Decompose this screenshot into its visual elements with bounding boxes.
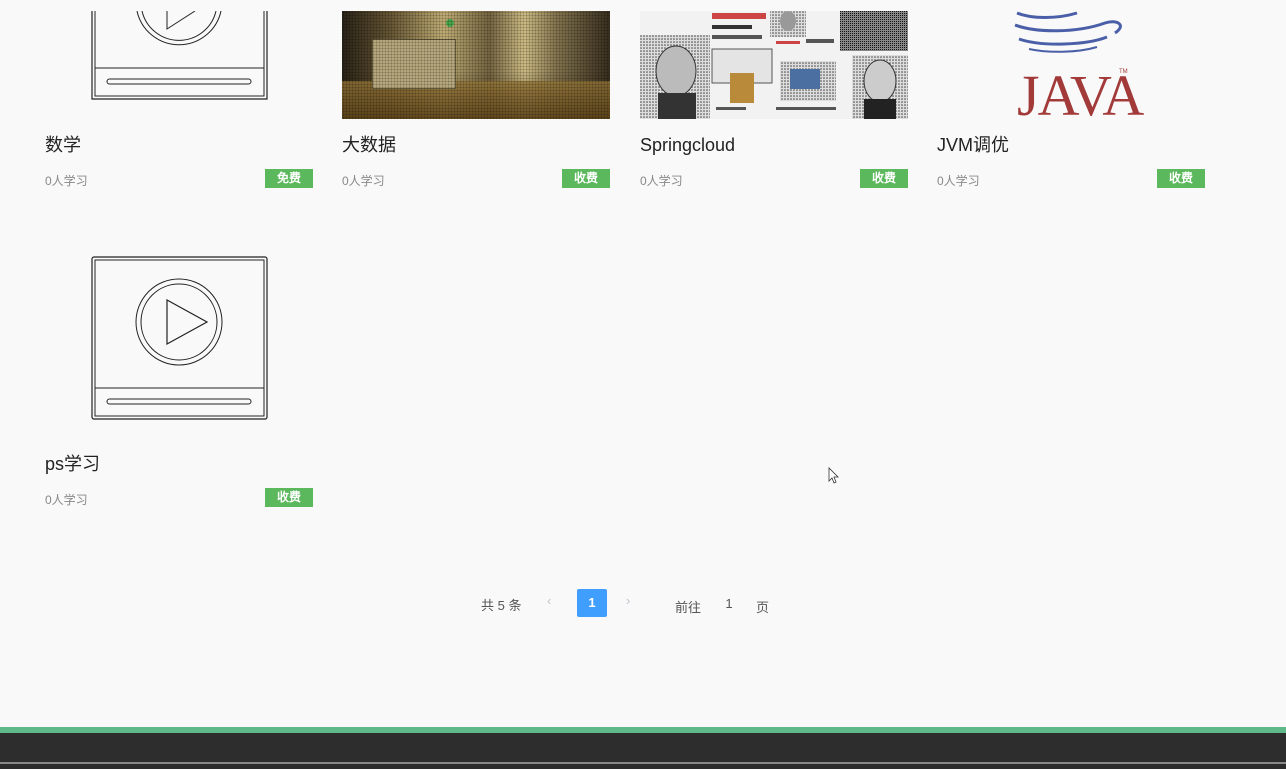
learner-count: 0人学习: [937, 174, 980, 188]
photo-collage: [640, 11, 908, 119]
price-badge[interactable]: 收费: [860, 169, 908, 188]
price-badge[interactable]: 收费: [1157, 169, 1205, 188]
learner-count: 0人学习: [45, 493, 88, 507]
video-placeholder-icon: [91, 11, 268, 100]
course-thumbnail[interactable]: [342, 11, 610, 119]
page-number-active[interactable]: 1: [577, 589, 607, 617]
java-logo: JAVA TM: [1014, 11, 1146, 119]
mouse-cursor-icon: [828, 467, 839, 484]
learner-count: 0人学习: [45, 174, 88, 188]
course-title[interactable]: JVM调优: [937, 133, 1205, 157]
course-card[interactable]: 大数据 0人学习 收费: [342, 11, 610, 189]
learner-count: 0人学习: [640, 174, 683, 188]
course-meta: 0人学习 收费: [640, 169, 908, 189]
course-title[interactable]: Springcloud: [640, 133, 908, 157]
svg-text:TM: TM: [1119, 69, 1128, 75]
course-meta: 0人学习 免费: [45, 169, 313, 189]
course-thumbnail[interactable]: JAVA TM: [937, 11, 1205, 119]
goto-page-input[interactable]: [715, 592, 743, 614]
learner-count: 0人学习: [342, 174, 385, 188]
course-card[interactable]: ps学习 0人学习 收费: [45, 256, 313, 508]
course-card[interactable]: 数学 0人学习 免费: [45, 11, 313, 189]
course-card[interactable]: JAVA TM JVM调优 0人学习 收费: [937, 11, 1205, 189]
course-card[interactable]: Springcloud 0人学习 收费: [640, 11, 908, 189]
course-list-page: 数学 0人学习 免费 大数据 0人学习 收费 Springcloud 0人学习 …: [0, 0, 1286, 769]
course-title[interactable]: 大数据: [342, 133, 610, 157]
next-page-button[interactable]: ›: [626, 593, 630, 608]
course-thumbnail[interactable]: [45, 11, 313, 119]
total-count: 共 5 条: [481, 598, 522, 613]
prev-page-button[interactable]: ‹: [547, 593, 551, 608]
goto-suffix: 页: [756, 600, 770, 615]
course-title[interactable]: 数学: [45, 133, 313, 157]
price-badge[interactable]: 收费: [265, 488, 313, 507]
video-placeholder-icon: [91, 256, 268, 420]
price-badge[interactable]: 收费: [562, 169, 610, 188]
course-thumbnail[interactable]: [45, 256, 313, 420]
price-badge[interactable]: 免费: [265, 169, 313, 188]
goto-label: 前往: [675, 600, 702, 615]
dither-overlay: [342, 11, 610, 119]
course-meta: 0人学习 收费: [937, 169, 1205, 189]
course-meta: 0人学习 收费: [45, 488, 313, 508]
course-meta: 0人学习 收费: [342, 169, 610, 189]
footer-divider: [0, 762, 1286, 764]
course-thumbnail[interactable]: [640, 11, 908, 119]
course-title[interactable]: ps学习: [45, 452, 313, 476]
